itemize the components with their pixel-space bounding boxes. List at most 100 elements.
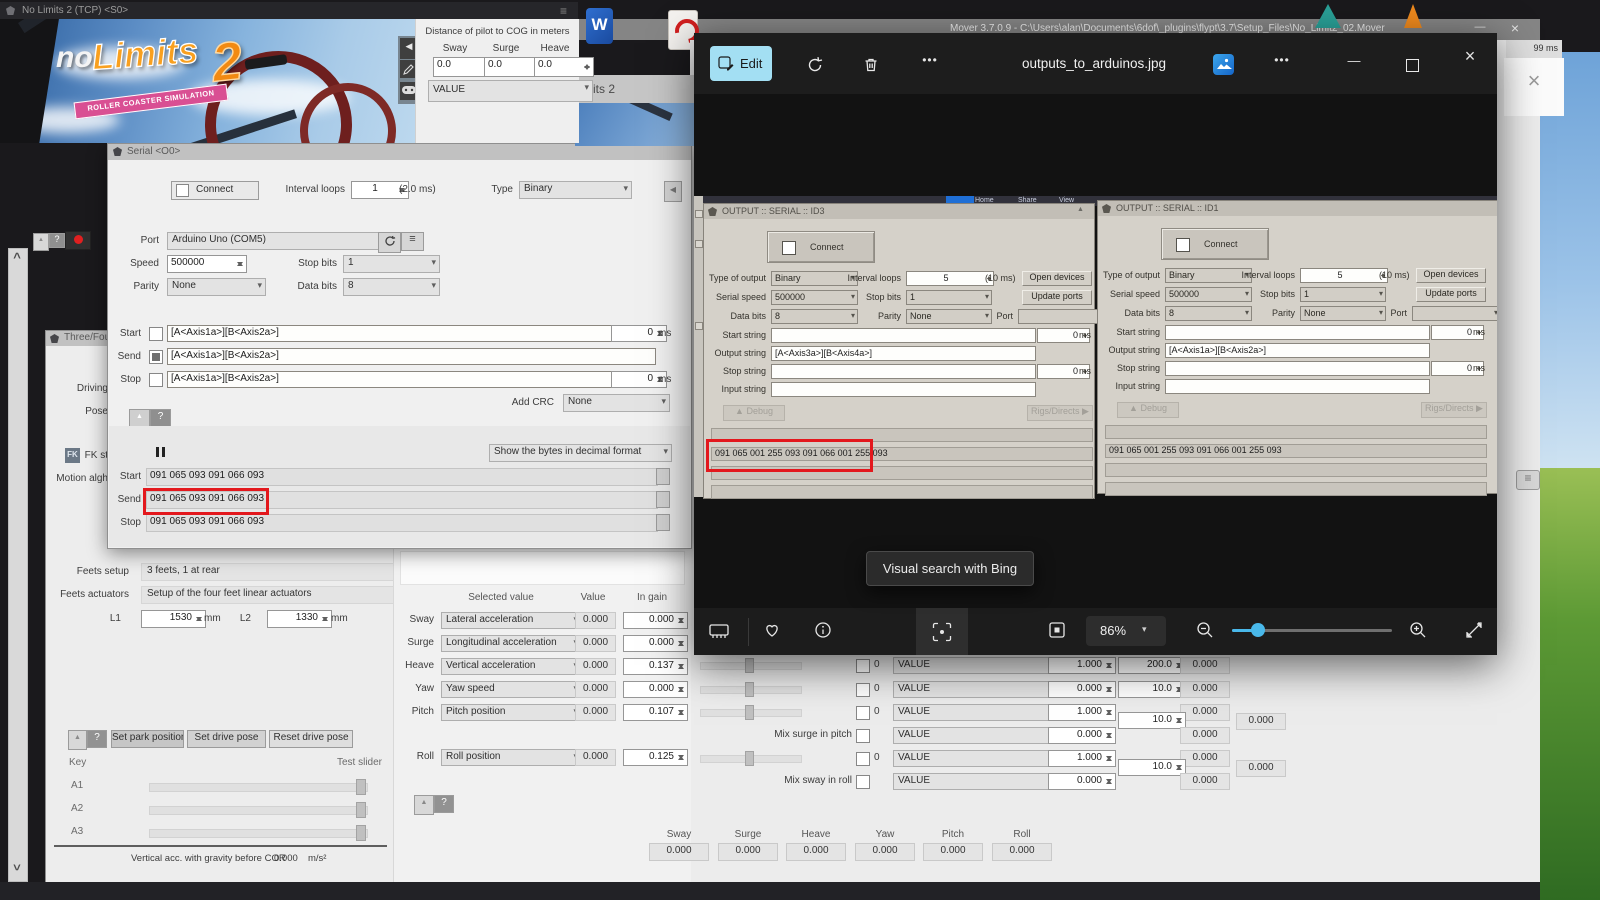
stopbits-dropdown[interactable]: 1 [343, 255, 440, 273]
close-icon[interactable]: × [1520, 68, 1548, 96]
more-button[interactable]: ••• [910, 53, 950, 67]
help-button[interactable]: ? [49, 233, 65, 248]
mix-checkbox[interactable] [856, 659, 870, 673]
rotate-button[interactable] [799, 50, 831, 80]
mix-source-dropdown[interactable]: VALUE [893, 727, 1059, 744]
stop-checkbox[interactable] [149, 373, 163, 387]
mover-minimize-button[interactable]: — [1470, 21, 1490, 33]
edit-button[interactable]: Edit [710, 46, 772, 81]
mix-checkbox[interactable] [856, 729, 870, 743]
mix-checkbox[interactable] [856, 752, 870, 766]
word-icon[interactable]: W [586, 8, 613, 44]
refresh-ports-button[interactable] [378, 232, 401, 253]
mix-shared-filter-spinner[interactable]: 10.0 [1118, 712, 1186, 729]
delete-button[interactable] [855, 50, 887, 80]
menu-icon[interactable]: ≡ [1516, 470, 1540, 490]
left-scrollbar[interactable] [8, 248, 28, 882]
collapse-icon[interactable]: ▲ [33, 233, 49, 251]
mix-gain-spinner[interactable]: 1.000 [1048, 704, 1116, 721]
debug-more-button[interactable] [656, 514, 670, 531]
axis-source-dropdown[interactable]: Longitudinal acceleration [441, 635, 582, 652]
mix-gain-spinner[interactable]: 1.000 [1048, 750, 1116, 767]
nl2-titlebar[interactable]: No Limits 2 (TCP) <S0> ≡ [0, 2, 578, 19]
port-list-button[interactable]: ≡ [401, 232, 424, 251]
mix-checkbox[interactable] [856, 683, 870, 697]
mix-source-dropdown[interactable]: VALUE [893, 750, 1059, 767]
start-checkbox[interactable] [149, 327, 163, 341]
axis-gain-spinner[interactable]: 0.107 [623, 704, 688, 721]
mix-checkbox[interactable] [856, 706, 870, 720]
axis-gain-spinner[interactable]: 0.000 [623, 681, 688, 698]
parity-dropdown[interactable]: None [167, 278, 266, 296]
filmstrip-button[interactable] [708, 620, 734, 644]
favorite-button[interactable] [762, 620, 786, 644]
l2-spinner[interactable]: 1330 [267, 610, 332, 628]
mix-slider-handle[interactable] [745, 658, 754, 673]
zoom-level-dropdown[interactable]: 86% ▾ [1086, 616, 1166, 646]
axis-source-dropdown[interactable]: Yaw speed [441, 681, 582, 698]
mix-filter-spinner[interactable]: 10.0 [1118, 681, 1186, 698]
axis-gain-spinner[interactable]: 0.000 [623, 612, 688, 629]
mix-gain-spinner[interactable]: 1.000 [1048, 657, 1116, 674]
feets-setup-value[interactable]: 3 feets, 1 at rear [141, 563, 399, 581]
visual-search-button[interactable] [916, 608, 968, 655]
record-button[interactable] [65, 231, 91, 250]
addcrc-dropdown[interactable]: None [563, 394, 670, 412]
cog-heave-spinner[interactable]: 0.0 [534, 57, 594, 77]
set-park-position-button[interactable]: Set park position [111, 730, 184, 748]
mix-gain-spinner[interactable]: 0.000 [1048, 681, 1116, 698]
axis-source-dropdown[interactable]: Pitch position [441, 704, 582, 721]
stop-string-input[interactable]: [A<Axis1a>][B<Axis2a>] [167, 371, 614, 388]
scroll-up-icon[interactable]: ^ [8, 250, 26, 265]
mix-source-dropdown[interactable]: VALUE [893, 657, 1059, 674]
mix-gain-spinner[interactable]: 0.000 [1048, 773, 1116, 790]
channel-slider[interactable] [149, 806, 368, 815]
axis-gain-spinner[interactable]: 0.000 [623, 635, 688, 652]
mix-slider-handle[interactable] [745, 705, 754, 720]
mix-checkbox[interactable] [856, 775, 870, 789]
type-dropdown[interactable]: Binary [519, 181, 632, 199]
mix-slider-handle[interactable] [745, 682, 754, 697]
help-button[interactable]: ? [150, 409, 171, 427]
fullscreen-button[interactable] [1464, 620, 1488, 644]
serial-connect-button[interactable]: Connect [171, 181, 259, 200]
mix-gain-spinner[interactable]: 0.000 [1048, 727, 1116, 744]
scroll-down-icon[interactable]: ^ [8, 858, 26, 873]
speed-spinner[interactable]: 500000 [167, 255, 247, 273]
desktop-shortcut2-icon[interactable] [1404, 4, 1422, 28]
desktop-shortcut-icon[interactable] [1315, 4, 1341, 28]
byte-format-dropdown[interactable]: Show the bytes in decimal format [489, 444, 672, 462]
mix-source-dropdown[interactable]: VALUE [893, 681, 1059, 698]
collapse-left-icon[interactable]: ◀ [664, 181, 682, 202]
fit-screen-button[interactable] [1047, 620, 1071, 644]
zoom-out-button[interactable] [1195, 620, 1219, 644]
axis-gain-spinner[interactable]: 0.125 [623, 749, 688, 766]
close-button[interactable]: × [1450, 46, 1490, 67]
databits-dropdown[interactable]: 8 [343, 278, 440, 296]
mix-shared-filter-spinner[interactable]: 10.0 [1118, 759, 1186, 776]
serial-titlebar[interactable]: Serial <O0> [108, 144, 691, 160]
pause-button[interactable] [153, 444, 169, 460]
mix-source-dropdown[interactable]: VALUE [893, 773, 1059, 790]
debug-more-button[interactable] [656, 468, 670, 485]
menu-icon[interactable]: ≡ [560, 4, 567, 18]
help-button[interactable]: ? [87, 730, 107, 748]
help-button[interactable]: ? [434, 795, 454, 813]
zoom-slider-handle[interactable] [1251, 623, 1265, 637]
send-checkbox[interactable] [149, 350, 163, 364]
channel-slider-handle[interactable] [356, 779, 366, 795]
l1-spinner[interactable]: 1530 [141, 610, 206, 628]
channel-slider-handle[interactable] [356, 825, 366, 841]
debug-more-button[interactable] [656, 491, 670, 508]
more-button[interactable]: ••• [1262, 53, 1302, 67]
info-button[interactable] [813, 620, 837, 644]
axis-source-dropdown[interactable]: Lateral acceleration [441, 612, 582, 629]
image-thumbnail-icon[interactable] [1213, 54, 1234, 75]
collapse-icon[interactable]: ▲ [414, 795, 434, 815]
mix-source-dropdown[interactable]: VALUE [893, 704, 1059, 721]
collapse-icon[interactable]: ▲ [68, 730, 87, 750]
channel-slider[interactable] [149, 783, 368, 792]
feets-actuators-value[interactable]: Setup of the four feet linear actuators [141, 586, 399, 604]
mix-filter-spinner[interactable]: 200.0 [1118, 657, 1186, 674]
mover-close-button[interactable]: × [1505, 20, 1525, 36]
